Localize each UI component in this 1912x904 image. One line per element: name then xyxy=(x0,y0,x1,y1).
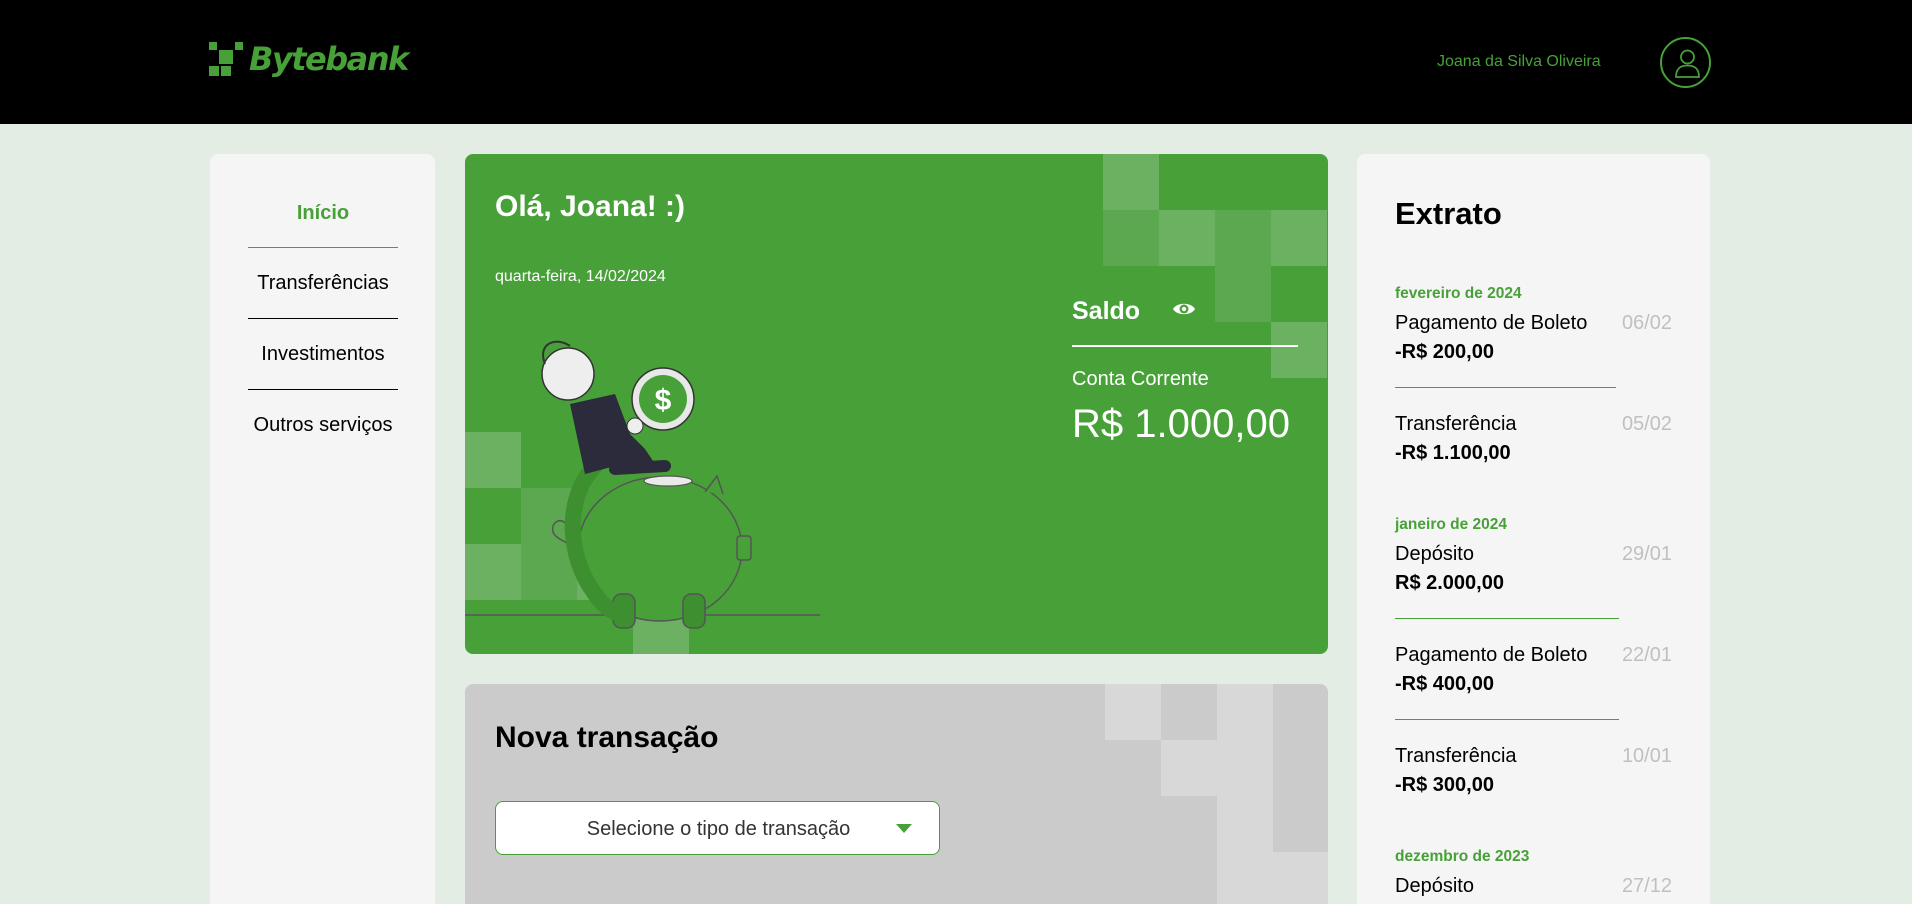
month-label: dezembro de 2023 xyxy=(1395,848,1530,865)
decor-square xyxy=(1217,740,1273,796)
decor-square xyxy=(1273,852,1328,904)
entry-type: Pagamento de Boleto xyxy=(1395,644,1588,666)
select-placeholder: Selecione o tipo de transação xyxy=(586,818,851,840)
entry-date: 27/12 xyxy=(1621,875,1672,897)
current-date: quarta-feira, 14/02/2024 xyxy=(495,268,666,285)
entry-type: Pagamento de Boleto xyxy=(1395,312,1588,334)
sidebar-item-label: Outros serviços xyxy=(253,414,393,436)
entry-type: Transferência xyxy=(1395,413,1517,435)
top-header: Bytebank Joana da Silva Oliveira xyxy=(0,0,1912,124)
entry-date: 29/01 xyxy=(1621,543,1672,565)
statement-panel: Extrato fevereiro de 2024 Pagamento de B… xyxy=(1357,154,1710,904)
bytebank-logo-icon xyxy=(209,42,243,76)
entry-type: Depósito xyxy=(1395,875,1474,897)
user-name: Joana da Silva Oliveira xyxy=(1437,53,1601,70)
entry-amount: -R$ 200,00 xyxy=(1395,341,1494,363)
sidebar-item-inicio[interactable]: Início xyxy=(248,154,398,225)
user-icon xyxy=(1675,49,1700,78)
entry-amount: -R$ 400,00 xyxy=(1395,673,1494,695)
balance-amount: R$ 1.000,00 xyxy=(1072,402,1290,446)
greeting: Olá, Joana! :) xyxy=(495,190,686,223)
balance-card: Olá, Joana! :) quarta-feira, 14/02/2024 … xyxy=(465,154,1328,654)
decor-square xyxy=(1105,684,1161,740)
decor-square xyxy=(1159,210,1215,266)
entry-divider xyxy=(1395,618,1619,619)
svg-text:$: $ xyxy=(655,384,672,417)
sidebar-item-label: Transferências xyxy=(257,272,389,294)
transaction-type-select[interactable]: Selecione o tipo de transação xyxy=(495,801,940,855)
decor-square xyxy=(1103,210,1159,266)
sidebar-item-transferencias[interactable]: Transferências xyxy=(248,225,398,296)
entry-amount: R$ 2.000,00 xyxy=(1395,572,1504,594)
decor-square xyxy=(1215,210,1271,266)
decor-square xyxy=(1215,266,1271,322)
entry-date: 10/01 xyxy=(1621,745,1672,767)
decor-square xyxy=(1271,210,1327,266)
decor-square xyxy=(1217,796,1273,852)
brand-name: Bytebank xyxy=(249,40,409,78)
decor-square xyxy=(1217,684,1273,740)
avatar-button[interactable] xyxy=(1660,37,1711,88)
chevron-down-icon xyxy=(896,824,912,833)
month-label: fevereiro de 2024 xyxy=(1395,285,1522,302)
entry-divider xyxy=(1395,387,1616,388)
month-label: janeiro de 2024 xyxy=(1395,516,1508,533)
sidebar-item-investimentos[interactable]: Investimentos xyxy=(248,296,398,367)
decor-square xyxy=(1103,154,1159,210)
sidebar-item-outros-servicos[interactable]: Outros serviços xyxy=(248,367,398,438)
sidebar-item-label: Início xyxy=(296,202,350,224)
eye-icon[interactable] xyxy=(1172,300,1196,318)
entry-divider xyxy=(1395,719,1619,720)
entry-type: Transferência xyxy=(1395,745,1517,767)
decor-square xyxy=(1271,322,1327,378)
sidebar-item-label: Investimentos xyxy=(261,343,385,365)
statement-title: Extrato xyxy=(1395,196,1502,231)
entry-amount: -R$ 1.100,00 xyxy=(1395,442,1511,464)
new-transaction-card: Nova transação Selecione o tipo de trans… xyxy=(465,684,1328,904)
bytebank-logo[interactable]: Bytebank xyxy=(209,40,409,78)
entry-date: 05/02 xyxy=(1621,413,1672,435)
entry-amount: -R$ 300,00 xyxy=(1395,774,1494,796)
entry-date: 06/02 xyxy=(1621,312,1672,334)
new-transaction-title: Nova transação xyxy=(495,721,719,754)
account-label: Conta Corrente xyxy=(1072,368,1209,390)
balance-title: Saldo xyxy=(1072,297,1141,325)
sidebar-nav: Início Transferências Investimentos Outr… xyxy=(210,154,435,904)
decor-square xyxy=(1161,740,1217,796)
piggy-bank-illustration: $ xyxy=(465,340,820,629)
entry-type: Depósito xyxy=(1395,543,1474,565)
balance-divider xyxy=(1072,345,1298,347)
entry-date: 22/01 xyxy=(1621,644,1672,666)
decor-square xyxy=(1217,852,1273,904)
